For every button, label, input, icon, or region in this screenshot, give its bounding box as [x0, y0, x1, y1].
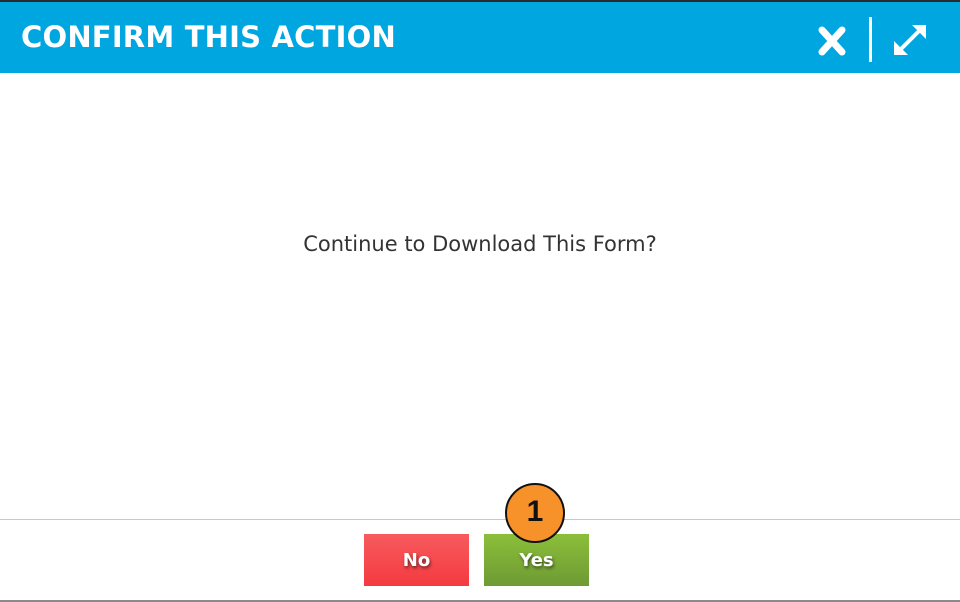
dialog-title: CONFIRM THIS ACTION: [21, 20, 396, 54]
expand-button[interactable]: [890, 22, 930, 58]
no-button[interactable]: No: [364, 534, 469, 586]
step-marker: 1: [505, 483, 565, 543]
header-separator: [869, 17, 872, 62]
dialog-header: CONFIRM THIS ACTION: [0, 2, 960, 73]
close-button[interactable]: [812, 24, 852, 58]
confirm-message: Continue to Download This Form?: [303, 232, 657, 256]
expand-icon: [894, 25, 926, 55]
footer-divider: [0, 519, 960, 520]
close-icon: [818, 26, 846, 56]
